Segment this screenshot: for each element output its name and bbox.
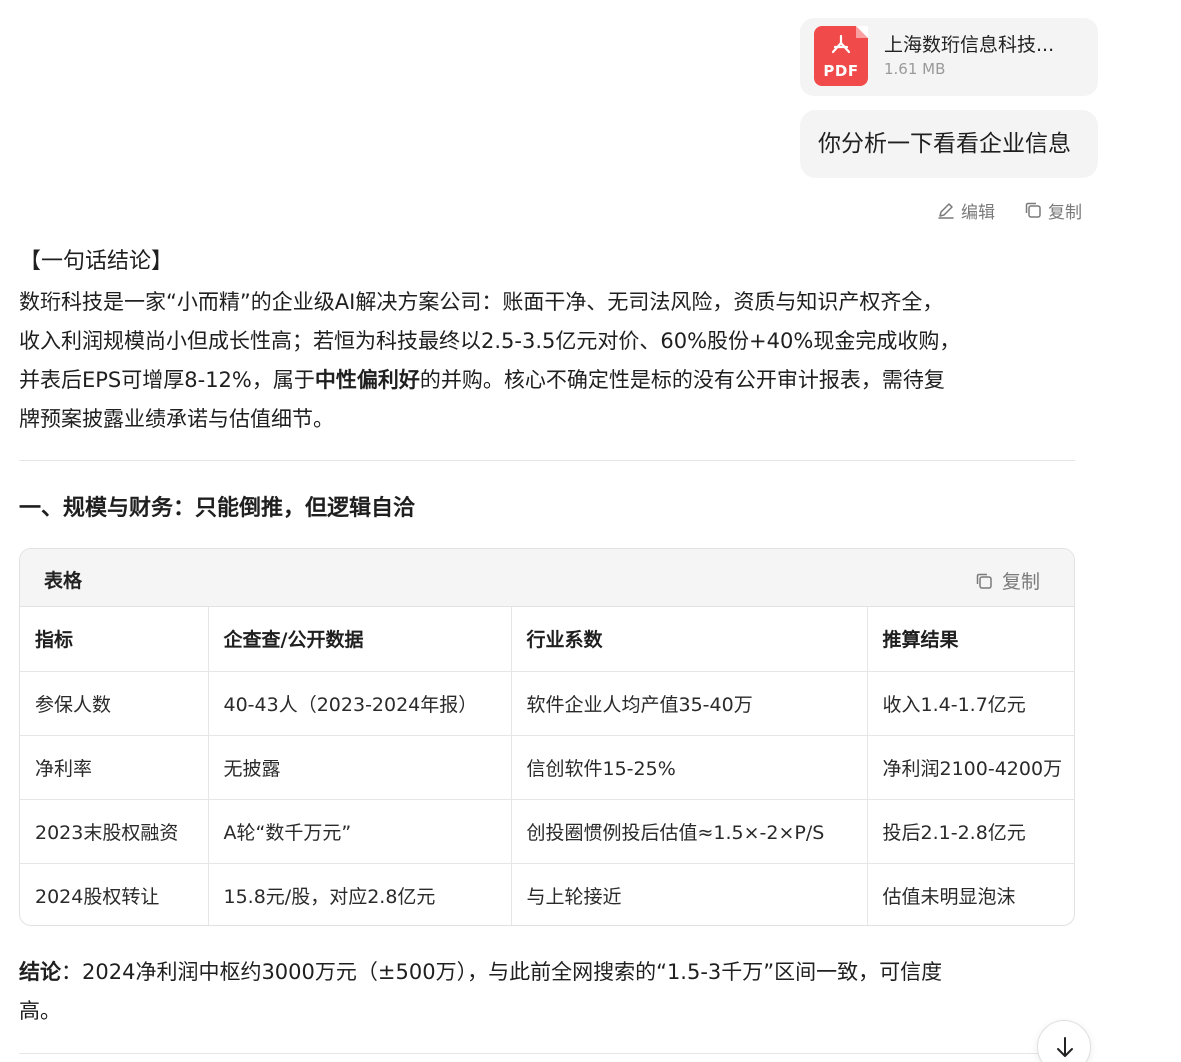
copy-message-button[interactable]: 复制 (1023, 198, 1082, 223)
copy-icon (976, 573, 992, 589)
attachment-card[interactable]: PDF 上海数珩信息科技... 1.61 MB (800, 18, 1098, 96)
data-table: 指标 企查查/公开数据 行业系数 推算结果 参保人数 40-43人（2023-2… (20, 607, 1074, 925)
summary-line: 数珩科技是一家“小而精”的企业级AI解决方案公司：账面干净、无司法风险，资质与知… (19, 290, 944, 314)
column-header: 指标 (20, 607, 209, 672)
table-cell: 估值未明显泡沫 (882, 885, 1016, 908)
section-divider (19, 460, 1075, 461)
conclusion-text: ：2024净利润中枢约3000万元（±500万），与此前全网搜索的“1.5-3千… (61, 960, 943, 984)
summary-emphasis: 中性偏利好 (314, 368, 420, 392)
table-cell: 净利润2100-4200万 (867, 735, 1074, 800)
table-cell: 信创软件15-25% (511, 735, 868, 800)
file-size: 1.61 MB (884, 60, 946, 78)
conclusion: 结论：2024净利润中枢约3000万元（±500万），与此前全网搜索的“1.5-… (19, 953, 1079, 1031)
table-cell: 40-43人（2023-2024年报） (208, 671, 512, 736)
table-copy-button[interactable]: 复制 (974, 567, 1040, 594)
table-row: 2024股权转让 15.8元/股，对应2.8亿元 与上轮接近 估值未明显泡沫 (20, 863, 1074, 925)
table-cell: 无披露 (208, 735, 512, 800)
section-heading: 一、规模与财务：只能倒推，但逻辑自洽 (19, 496, 416, 521)
column-header: 推算结果 (867, 607, 1074, 672)
table-cell: 软件企业人均产值35-40万 (511, 671, 868, 736)
table-cell: 2024股权转让 (20, 863, 209, 925)
table-copy-label: 复制 (1001, 571, 1040, 593)
table-card: 表格 复制 指标 企查查/公开数据 行业系数 推算结果 参保人数 40-43人（… (19, 548, 1075, 926)
summary-line: 牌预案披露业绩承诺与估值细节。 (19, 407, 334, 431)
message-actions: 编辑 复制 (936, 198, 1082, 223)
summary-title: 【一句话结论】 (19, 249, 174, 274)
pdf-icon: PDF (814, 26, 868, 86)
arrow-down-icon (1057, 1037, 1073, 1057)
table-cell: 参保人数 (20, 671, 209, 736)
table-cell: 创投圈惯例投后估值≈1.5×-2×P/S (511, 799, 868, 864)
table-cell: 15.8元/股，对应2.8亿元 (208, 863, 512, 925)
table-row: 2023末股权融资 A轮“数千万元” 创投圈惯例投后估值≈1.5×-2×P/S … (20, 799, 1074, 864)
table-cell: 2023末股权融资 (20, 799, 209, 864)
table-cell: A轮“数千万元” (208, 799, 512, 864)
user-message-bubble: 你分析一下看看企业信息 (800, 110, 1098, 178)
column-header: 行业系数 (511, 607, 868, 672)
table-cell: 投后2.1-2.8亿元 (867, 799, 1074, 864)
file-name: 上海数珩信息科技... (884, 34, 1055, 56)
conclusion-line: 高。 (19, 999, 61, 1023)
copy-icon (1025, 202, 1041, 218)
table-row: 净利率 无披露 信创软件15-25% 净利润2100-4200万 (20, 735, 1074, 800)
conclusion-line: 结论：2024净利润中枢约3000万元（±500万），与此前全网搜索的“1.5-… (19, 953, 1079, 992)
scroll-to-bottom-button[interactable] (1037, 1020, 1091, 1062)
copy-label: 复制 (1048, 202, 1082, 223)
summary-line: 并表后EPS可增厚8-12%，属于中性偏利好的并购。核心不确定性是标的没有公开审… (19, 361, 1079, 400)
pdf-type-label: PDF (823, 62, 859, 80)
summary-text: 的并购。核心不确定性是标的没有公开审计报表，需待复 (419, 368, 945, 392)
column-header: 企查查/公开数据 (208, 607, 512, 672)
table-header-row: 指标 企查查/公开数据 行业系数 推算结果 (20, 607, 1074, 672)
section-divider (19, 1053, 1075, 1054)
table-cell: 与上轮接近 (511, 863, 868, 925)
conclusion-label: 结论 (19, 960, 61, 984)
summary-body: 数珩科技是一家“小而精”的企业级AI解决方案公司：账面干净、无司法风险，资质与知… (19, 283, 1079, 439)
table-cell: 收入1.4-1.7亿元 (867, 671, 1074, 736)
chat-page: PDF 上海数珩信息科技... 1.61 MB 你分析一下看看企业信息 编辑 复… (0, 0, 1181, 1062)
edit-button[interactable]: 编辑 (936, 198, 995, 223)
table-header-bar: 表格 复制 (20, 549, 1074, 607)
pencil-icon (938, 203, 954, 219)
table-cell: 净利率 (20, 735, 209, 800)
table-row: 参保人数 40-43人（2023-2024年报） 软件企业人均产值35-40万 … (20, 671, 1074, 736)
summary-text: 并表后EPS可增厚8-12%，属于 (19, 368, 315, 392)
summary-line: 收入利润规模尚小但成长性高；若恒为科技最终以2.5-3.5亿元对价、60%股份+… (19, 329, 961, 353)
edit-label: 编辑 (961, 202, 995, 223)
table-label: 表格 (44, 570, 83, 592)
